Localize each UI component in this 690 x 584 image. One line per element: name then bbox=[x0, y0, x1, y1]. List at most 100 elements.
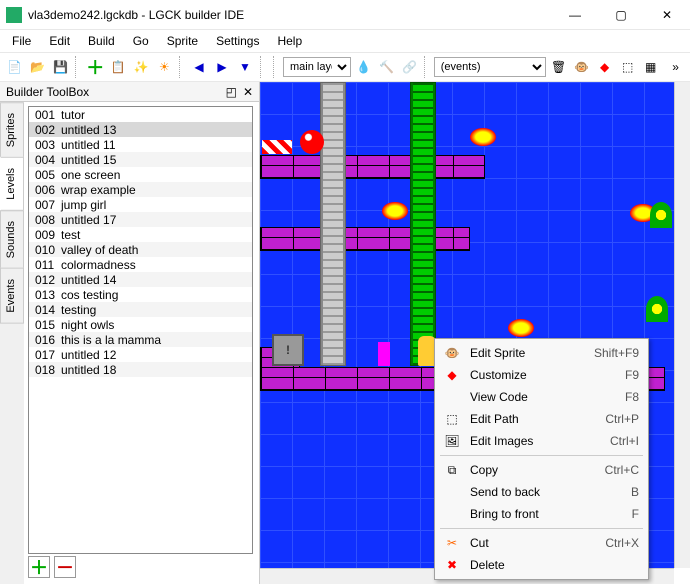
water-drop-icon[interactable]: 💧 bbox=[353, 56, 374, 78]
save-file-icon[interactable]: 💾 bbox=[50, 56, 71, 78]
list-item[interactable]: 005one screen bbox=[29, 167, 252, 182]
menu-file[interactable]: File bbox=[4, 32, 39, 50]
list-item[interactable]: 015night owls bbox=[29, 317, 252, 332]
path-tool-icon[interactable]: ⬚ bbox=[617, 56, 638, 78]
prev-arrow-icon[interactable]: ◀ bbox=[189, 56, 210, 78]
add-level-button[interactable]: ＋ bbox=[28, 556, 50, 578]
close-button[interactable]: ✕ bbox=[644, 0, 690, 30]
builder-toolbox-panel: Builder ToolBox ◰ ✕ Sprites Levels Sound… bbox=[0, 82, 260, 584]
hammer-icon[interactable]: 🔨 bbox=[376, 56, 397, 78]
list-item[interactable]: 012untitled 14 bbox=[29, 272, 252, 287]
red-diamond-icon[interactable]: ◆ bbox=[594, 56, 615, 78]
tab-sprites[interactable]: Sprites bbox=[0, 102, 24, 158]
wand-icon[interactable]: ✨ bbox=[131, 56, 152, 78]
toolbar: 📄 📂 💾 ＋ 📋 ✨ ☀ ◀ ▶ ▼ main laye 💧 🔨 🔗 (eve… bbox=[0, 52, 690, 82]
context-menu-shortcut: F9 bbox=[625, 368, 639, 382]
levels-list[interactable]: 001tutor002untitled 13003untitled 11004u… bbox=[28, 106, 253, 554]
context-menu-shortcut: F8 bbox=[625, 390, 639, 404]
diamond-sprite[interactable] bbox=[508, 319, 534, 337]
context-menu-item[interactable]: ◆CustomizeF9 bbox=[438, 364, 645, 386]
menu-build[interactable]: Build bbox=[80, 32, 123, 50]
list-item[interactable]: 008untitled 17 bbox=[29, 212, 252, 227]
monkey-icon[interactable]: 🐵 bbox=[571, 56, 592, 78]
open-file-icon[interactable]: 📂 bbox=[27, 56, 48, 78]
panel-title: Builder ToolBox bbox=[6, 85, 89, 99]
remove-level-button[interactable]: － bbox=[54, 556, 76, 578]
images-icon: 🖼 bbox=[442, 433, 462, 449]
context-menu-item[interactable]: ✖Delete bbox=[438, 554, 645, 576]
title-bar: vla3demo242.lgckdb - LGCK builder IDE — … bbox=[0, 0, 690, 30]
list-item[interactable]: 018untitled 18 bbox=[29, 362, 252, 377]
list-item[interactable]: 004untitled 15 bbox=[29, 152, 252, 167]
menu-settings[interactable]: Settings bbox=[208, 32, 267, 50]
sun-icon[interactable]: ☀ bbox=[154, 56, 175, 78]
events-combo[interactable]: (events) bbox=[434, 57, 546, 77]
list-item[interactable]: 016this is a la mamma bbox=[29, 332, 252, 347]
down-arrow-icon[interactable]: ▼ bbox=[235, 56, 256, 78]
context-menu-item[interactable]: Bring to frontF bbox=[438, 503, 645, 525]
flower-sprite[interactable] bbox=[646, 296, 668, 322]
context-menu: 🐵Edit SpriteShift+F9◆CustomizeF9View Cod… bbox=[434, 338, 649, 580]
maximize-button[interactable]: ▢ bbox=[598, 0, 644, 30]
tab-sounds[interactable]: Sounds bbox=[0, 210, 24, 269]
context-menu-item[interactable]: 🐵Edit SpriteShift+F9 bbox=[438, 342, 645, 364]
context-menu-item[interactable]: ⧉CopyCtrl+C bbox=[438, 459, 645, 481]
window-title: vla3demo242.lgckdb - LGCK builder IDE bbox=[28, 8, 552, 22]
diamond-sprite[interactable] bbox=[382, 202, 408, 220]
list-item[interactable]: 017untitled 12 bbox=[29, 347, 252, 362]
list-item[interactable]: 014testing bbox=[29, 302, 252, 317]
context-menu-label: Send to back bbox=[462, 485, 631, 499]
list-item[interactable]: 006wrap example bbox=[29, 182, 252, 197]
list-item[interactable]: 003untitled 11 bbox=[29, 137, 252, 152]
new-file-icon[interactable]: 📄 bbox=[4, 56, 25, 78]
context-menu-item[interactable]: ⬚Edit PathCtrl+P bbox=[438, 408, 645, 430]
context-menu-label: Customize bbox=[462, 368, 625, 382]
minimize-button[interactable]: — bbox=[552, 0, 598, 30]
context-menu-item[interactable]: Send to backB bbox=[438, 481, 645, 503]
menu-edit[interactable]: Edit bbox=[41, 32, 78, 50]
context-menu-label: Edit Sprite bbox=[462, 346, 594, 360]
menu-sprite[interactable]: Sprite bbox=[159, 32, 206, 50]
key-sprite[interactable] bbox=[378, 342, 390, 366]
next-arrow-icon[interactable]: ▶ bbox=[212, 56, 233, 78]
context-menu-item[interactable]: View CodeF8 bbox=[438, 386, 645, 408]
context-menu-shortcut: B bbox=[631, 485, 639, 499]
vertical-scrollbar[interactable] bbox=[674, 82, 690, 568]
block-sprite[interactable]: ! bbox=[272, 334, 304, 366]
tab-events[interactable]: Events bbox=[0, 268, 24, 324]
diamond-sprite[interactable] bbox=[470, 128, 496, 146]
list-item[interactable]: 007jump girl bbox=[29, 197, 252, 212]
list-item[interactable]: 010valley of death bbox=[29, 242, 252, 257]
document-icon[interactable]: 📋 bbox=[108, 56, 129, 78]
context-menu-label: Edit Images bbox=[462, 434, 610, 448]
stripe-sprite[interactable] bbox=[262, 140, 292, 154]
overflow-icon[interactable]: » bbox=[665, 56, 686, 78]
context-menu-item[interactable]: ✂CutCtrl+X bbox=[438, 532, 645, 554]
tab-levels[interactable]: Levels bbox=[0, 157, 24, 211]
list-item[interactable]: 013cos testing bbox=[29, 287, 252, 302]
context-menu-item[interactable]: 🖼Edit ImagesCtrl+I bbox=[438, 430, 645, 452]
app-icon bbox=[6, 7, 22, 23]
flower-sprite[interactable] bbox=[650, 202, 672, 228]
list-item[interactable]: 011colormadness bbox=[29, 257, 252, 272]
context-menu-shortcut: Ctrl+X bbox=[605, 536, 639, 550]
apple-sprite[interactable] bbox=[300, 130, 324, 154]
grid-icon[interactable]: ▦ bbox=[640, 56, 661, 78]
add-icon[interactable]: ＋ bbox=[85, 56, 106, 78]
link-icon[interactable]: 🔗 bbox=[399, 56, 420, 78]
blank-icon bbox=[442, 484, 462, 500]
list-item[interactable]: 002untitled 13 bbox=[29, 122, 252, 137]
menu-help[interactable]: Help bbox=[269, 32, 310, 50]
context-menu-shortcut: Ctrl+C bbox=[605, 463, 639, 477]
context-menu-shortcut: F bbox=[632, 507, 639, 521]
list-item[interactable]: 009test bbox=[29, 227, 252, 242]
layer-combo[interactable]: main laye bbox=[283, 57, 351, 77]
panel-close-icon[interactable]: ✕ bbox=[243, 85, 253, 99]
delete-icon: ✖ bbox=[442, 557, 462, 573]
context-menu-shortcut: Ctrl+P bbox=[605, 412, 639, 426]
trash-icon[interactable]: 🗑 bbox=[548, 56, 569, 78]
context-menu-label: Edit Path bbox=[462, 412, 605, 426]
panel-undock-icon[interactable]: ◰ bbox=[226, 85, 237, 99]
menu-go[interactable]: Go bbox=[125, 32, 157, 50]
list-item[interactable]: 001tutor bbox=[29, 107, 252, 122]
